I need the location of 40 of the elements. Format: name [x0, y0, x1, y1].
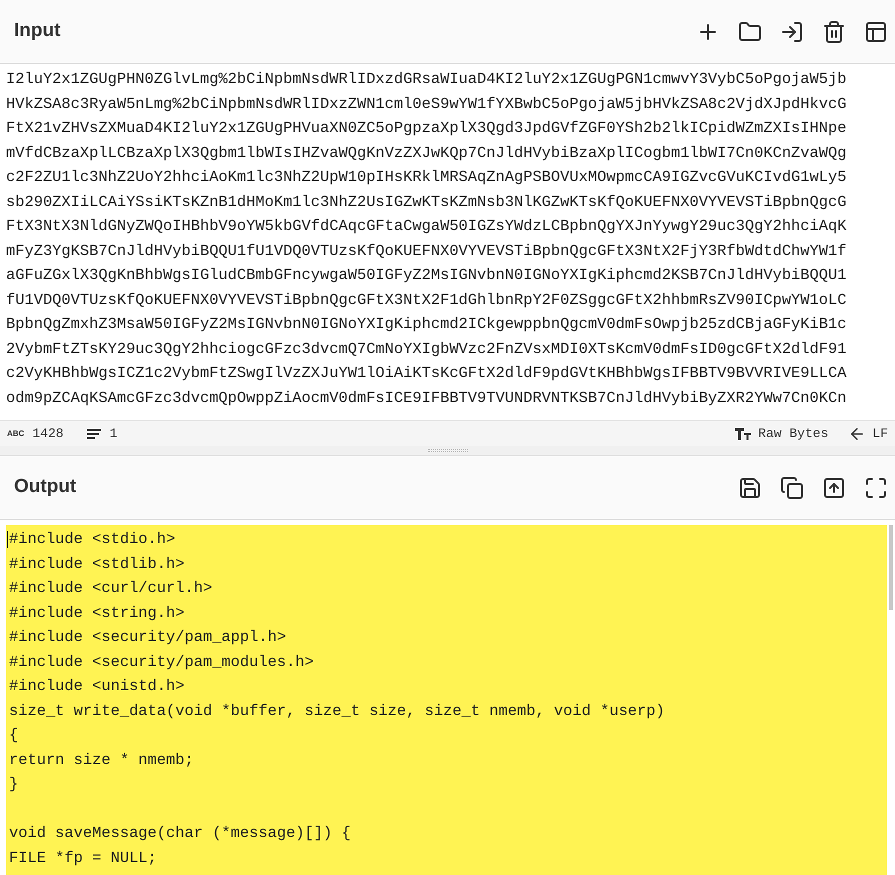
- input-text-line: c2VyKHBhbWgsICZ1c2VybmFtZSwgIlVzZXJuYW1lOiAiKTsKcGFtX2dldF9pdGVtKHBhbWgsIFBBTV9BVVRIVE9LLCA: [6, 363, 846, 384]
- input-text-line: 2VybmFtZTsKY29uc3QgY2hhciogcGFzc3dvcmQ7CmNoYXIgbWVzc2FnZVsxMDI0XTsKcmV0dmFsID0gcGFtX2dldF91: [6, 338, 846, 360]
- output-text-line: #include <security/pam_appl.h>: [9, 627, 286, 648]
- encoding-button[interactable]: Raw Bytes: [758, 424, 828, 444]
- output-text-line: }: [9, 774, 18, 795]
- input-text-line: HVkZSA8c3RyaW5nLmg%2bCiNpbmNsdWRlIDxzZWN1cml0eS9wYW1fYXBwbC5oPgojaW5jbHVkZSA8c2VjdXJpdHkvcG: [6, 94, 846, 114]
- input-text-line: odm9pZCAqKSAmcGFzc3dvcmQpOwppZiAocmV0dmFsICE9IFBBTV9TVUNDRVNTKSB7CnJldHVybiByZXR2YWw7Cn0KCn: [6, 388, 846, 408]
- input-text-line: BpbnQgZmxhZ3MsaW50IGFyZ2MsIGNvbnN0IGNoYXIgKiphcmd2ICkgewppbnQgcmV0dmFsOwpjb25zdCBjaGFyKiB1c: [6, 314, 846, 335]
- panel-title: Input: [14, 19, 60, 44]
- text-cursor: [7, 531, 8, 548]
- line-count: 1: [110, 424, 118, 443]
- output-text-line: return size * nmemb;: [9, 750, 194, 770]
- output-text-line: {: [9, 725, 18, 746]
- input-text-line: fU1VDQ0VTUzsKfQoKUEFNX0VYVEVSTiBpbnQgcGFtX3NtX2F1dGhlbnRpY2F0ZSggcGFtX2hhbmRsZV90ICpwYW1oLC: [6, 290, 846, 310]
- output-text-line: #include <security/pam_modules.h>: [9, 652, 314, 672]
- resize-handle[interactable]: [428, 449, 468, 452]
- output-text-line: #include <unistd.h>: [9, 676, 184, 697]
- input-text-line: mVfdCBzaXplLCBzaXplX3Qgbm1lbWIsIHZvaWQgKnVzZXJwKQp7CnJldHVybiBzaXplICogbm1lbWI7Cn0KCnZvaWQg: [6, 142, 846, 164]
- output-text-line: void saveMessage(char (*message)[]) {: [9, 823, 351, 844]
- output-field[interactable]: [6, 525, 887, 875]
- length-count: 1428: [32, 424, 64, 443]
- scrollbar-thumb[interactable]: [889, 525, 893, 610]
- input-text-line: aGFuZGxlX3QgKnBhbWgsIGludCBmbGFncywgaW50IGFyZ2MsIGNvbnN0IGNoYXIgKiphcmd2KSB7CnJldHVybiBQQU1: [6, 265, 846, 286]
- input-text-line: FtX21vZHVsZXMuaD4KI2luY2x1ZGUgPHVuaXN0ZC5oPgpzaXplX3Qgd3JpdGVfZGF0YSh2b2lkICpidWZmZXIsIHNpe: [6, 118, 846, 139]
- output-text-line: #include <string.h>: [9, 602, 184, 624]
- output-text-line: #include <curl/curl.h>: [9, 578, 212, 599]
- panel-title: Output: [14, 475, 76, 500]
- output-text-line: #include <stdio.h>: [9, 529, 176, 550]
- length-label-icon: ABC: [7, 428, 24, 440]
- input-text-line: FtX3NtX3NldGNyZWQoIHBhbV9oYW5kbGVfdCAqcGFtaCwgaW50IGZsYWdzLCBpbnQgYXJnYywgY29uc3QgY2hhciAqK: [6, 216, 846, 237]
- input-text-line: I2luY2x1ZGUgPHN0ZGlvLmg%2bCiNpbmNsdWRlIDxzdGRsaWIuaD4KI2luY2x1ZGUgPGN1cmwvY3VybC5oPgojaW5jb: [6, 69, 846, 90]
- text-size-icon: [734, 426, 752, 440]
- output-text-line: size_t write_data(void *buffer, size_t size, size_t nmemb, void *userp): [9, 700, 665, 722]
- line-ending-button[interactable]: LF: [872, 424, 888, 444]
- output-text-line: #include <stdlib.h>: [9, 554, 184, 574]
- input-text-line: sb290ZXIiLCAiYSsiKTsKZnB1dHMoKm1lc3NhZ2UsIGZwKTsKZmNsb3NlKGZwKTsKfQoKUEFNX0VYVEVSTiBpbnQgcG: [6, 192, 846, 212]
- input-text-line: mFyZ3YgKSB7CnJldHVybiBQQU1fU1VDQ0VTUzsKfQoKUEFNX0VYVEVSTiBpbnQgcGFtX3NtX2FjY3RfbWdtdChwYW1f: [6, 240, 846, 262]
- output-text-line: FILE *fp = NULL;: [9, 848, 157, 868]
- lines-icon: [86, 428, 102, 440]
- input-text-line: c2F2ZU1lc3NhZ2UoY2hhciAoKm1lc3NhZ2UpW10pIHsKRklMRSAqZnAgPSBOVUxMOwpmcCA9IGZvcGVuKCIvdG1wLy5: [6, 167, 846, 188]
